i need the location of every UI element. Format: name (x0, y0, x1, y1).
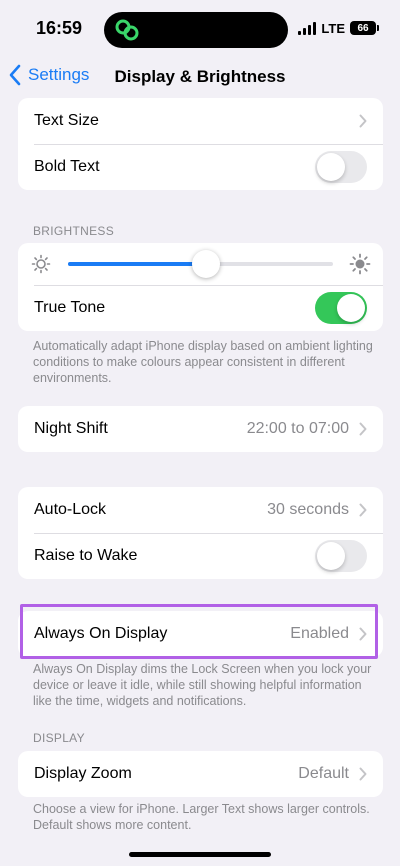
night-shift-value: 22:00 to 07:00 (246, 420, 349, 437)
sun-small-icon (31, 254, 51, 274)
status-indicators: LTE 66 (298, 20, 379, 36)
text-settings-group: Text Size Bold Text (18, 98, 383, 190)
always-on-group: Always On Display Enabled (18, 611, 383, 657)
display-zoom-label: Display Zoom (34, 765, 132, 782)
always-on-label: Always On Display (34, 625, 168, 642)
toggle-knob (317, 542, 345, 570)
toggle-knob (317, 153, 345, 181)
brightness-header: BRIGHTNESS (33, 224, 115, 238)
text-size-label: Text Size (34, 112, 99, 129)
display-zoom-row[interactable]: Display Zoom Default (18, 751, 383, 797)
always-on-value: Enabled (290, 625, 349, 642)
auto-lock-value: 30 seconds (267, 501, 349, 518)
raise-to-wake-row: Raise to Wake (18, 533, 383, 579)
chevron-right-icon (359, 767, 367, 781)
cellular-signal-icon (298, 21, 317, 35)
true-tone-label: True Tone (34, 299, 106, 316)
auto-lock-label: Auto-Lock (34, 501, 107, 518)
auto-lock-row[interactable]: Auto-Lock 30 seconds (18, 487, 383, 533)
lock-group: Auto-Lock 30 seconds Raise to Wake (18, 487, 383, 579)
night-shift-label: Night Shift (34, 420, 108, 437)
toggle-knob (337, 294, 365, 322)
chevron-right-icon (359, 627, 367, 641)
bold-text-label: Bold Text (34, 158, 100, 175)
chevron-right-icon (359, 114, 367, 128)
bold-text-toggle[interactable] (315, 151, 367, 183)
chevron-right-icon (359, 422, 367, 436)
true-tone-row: True Tone (18, 285, 383, 331)
raise-to-wake-toggle[interactable] (315, 540, 367, 572)
dynamic-island (104, 12, 288, 48)
navigation-bar: Settings Display & Brightness (0, 60, 400, 96)
display-zoom-footer: Choose a view for iPhone. Larger Text sh… (33, 802, 370, 832)
true-tone-toggle[interactable] (315, 292, 367, 324)
always-on-footer: Always On Display dims the Lock Screen w… (33, 662, 372, 708)
raise-to-wake-label: Raise to Wake (34, 547, 138, 564)
network-type: LTE (321, 20, 345, 36)
night-shift-group: Night Shift 22:00 to 07:00 (18, 406, 383, 452)
brightness-slider[interactable] (68, 250, 333, 278)
battery-icon: 66 (350, 21, 379, 35)
always-on-display-row[interactable]: Always On Display Enabled (18, 611, 383, 657)
battery-level: 66 (357, 22, 369, 34)
display-zoom-value: Default (298, 765, 349, 782)
status-time: 16:59 (36, 18, 83, 38)
text-size-row[interactable]: Text Size (18, 98, 383, 144)
true-tone-footer: Automatically adapt iPhone display based… (33, 339, 373, 385)
sun-large-icon (349, 253, 371, 275)
brightness-group: True Tone (18, 243, 383, 331)
page-title: Display & Brightness (114, 67, 286, 86)
status-bar: 16:59 LTE 66 (0, 0, 400, 60)
brightness-slider-thumb[interactable] (191, 250, 220, 278)
night-shift-row[interactable]: Night Shift 22:00 to 07:00 (18, 406, 383, 452)
display-group: Display Zoom Default (18, 751, 383, 797)
home-indicator (129, 852, 271, 857)
linked-rings-icon (115, 19, 139, 41)
chevron-right-icon (359, 503, 367, 517)
display-header: DISPLAY (33, 731, 85, 745)
brightness-slider-fill (68, 262, 206, 266)
bold-text-row: Bold Text (18, 144, 383, 190)
brightness-slider-row (18, 243, 383, 285)
